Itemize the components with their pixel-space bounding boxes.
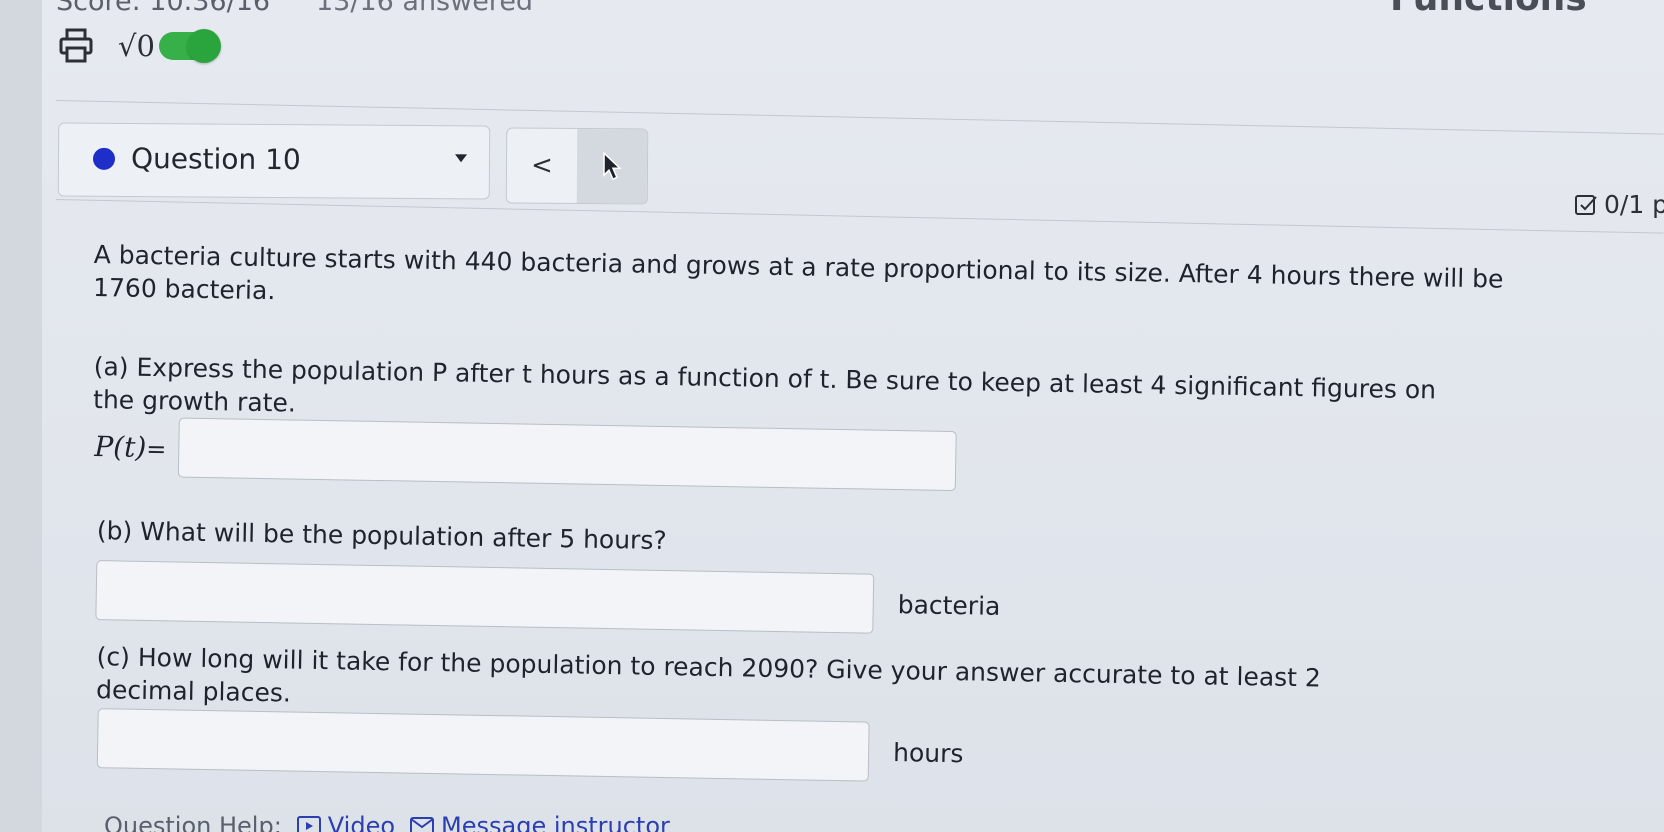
math-display-toggle[interactable]	[158, 29, 221, 63]
part-c-unit: hours	[892, 737, 964, 768]
math-toggle-label: √0	[118, 29, 155, 63]
checkbox-icon	[1575, 194, 1597, 215]
chevron-left-icon: <	[530, 150, 553, 181]
points-label: 0/1 p	[1604, 190, 1664, 219]
part-c-row: hours	[96, 708, 964, 783]
toolbar: √0	[56, 26, 221, 66]
video-link[interactable]: Video	[296, 812, 395, 832]
part-b-prompt: (b) What will be the population after 5 …	[96, 516, 667, 556]
part-b-unit: bacteria	[897, 589, 1001, 621]
part-a-label: P(t)=	[94, 430, 167, 464]
answered-count: 13/16 answered	[316, 0, 534, 17]
function-name: P(t)	[94, 429, 147, 464]
mouse-cursor-icon	[603, 151, 622, 181]
question-help-label: Question Help:	[104, 812, 282, 832]
divider	[55, 199, 1664, 234]
video-icon	[296, 816, 321, 832]
part-c-answer-input[interactable]	[96, 708, 870, 782]
left-edge-panel	[0, 0, 42, 832]
question-select-label: Question 10	[130, 142, 301, 177]
equals-sign: =	[146, 434, 167, 463]
print-icon[interactable]	[56, 26, 96, 66]
question-select[interactable]: Question 10	[57, 122, 491, 200]
previous-question-button[interactable]: <	[507, 129, 578, 203]
part-a-answer-input[interactable]	[177, 417, 957, 492]
question-nav: <	[505, 127, 649, 205]
page: Score: 10.36/16 13/16 answered Functions…	[0, 0, 1664, 832]
video-link-label: Video	[327, 812, 396, 832]
envelope-icon	[410, 817, 435, 832]
problem-intro: A bacteria culture starts with 440 bacte…	[92, 239, 1504, 306]
question-help: Question Help: Video Message instructor	[104, 812, 670, 832]
next-question-button[interactable]	[576, 129, 648, 204]
assignment-title: Functions	[1390, 0, 1587, 19]
part-b-answer-input[interactable]	[95, 560, 875, 634]
score-text: Score: 10.36/16	[56, 0, 271, 17]
part-b-row: bacteria	[95, 560, 1001, 636]
points-badge: 0/1 p	[1574, 190, 1664, 219]
question-status-dot	[92, 147, 116, 170]
message-instructor-label: Message instructor	[441, 812, 670, 832]
chevron-down-icon	[454, 154, 468, 163]
question-body: A bacteria culture starts with 440 bacte…	[92, 238, 1554, 782]
toggle-knob	[186, 29, 221, 63]
message-instructor-link[interactable]: Message instructor	[409, 812, 670, 832]
